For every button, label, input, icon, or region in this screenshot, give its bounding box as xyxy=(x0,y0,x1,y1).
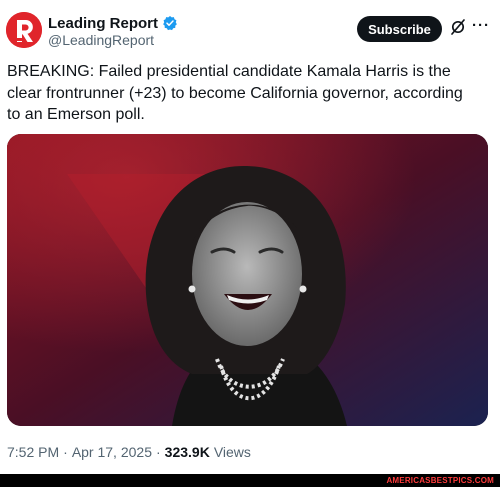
photo-illustration xyxy=(7,134,488,426)
watermark-bar: AMERICASBESTPICS.COM xyxy=(0,474,500,487)
meta-separator: · xyxy=(63,444,68,460)
tweet-photo[interactable] xyxy=(7,134,488,426)
more-options-icon[interactable]: ··· xyxy=(472,17,490,34)
author-name-row[interactable]: Leading Report xyxy=(48,13,178,33)
subscribe-button[interactable]: Subscribe xyxy=(357,16,442,42)
verified-badge-icon xyxy=(163,16,177,31)
tweet-meta: 7:52 PM · Apr 17, 2025 · 323.9K Views xyxy=(7,444,251,460)
views-label: Views xyxy=(213,444,251,460)
views-count: 323.9K xyxy=(164,444,210,460)
watermark-text: AMERICASBESTPICS.COM xyxy=(386,476,494,485)
tweet-text: BREAKING: Failed presidential candidate … xyxy=(7,63,463,123)
tweet-date[interactable]: Apr 17, 2025 xyxy=(72,444,152,460)
tweet-time[interactable]: 7:52 PM xyxy=(7,444,59,460)
meta-separator: · xyxy=(155,444,161,460)
display-name[interactable]: Leading Report xyxy=(48,15,158,32)
avatar[interactable] xyxy=(6,12,42,48)
leading-report-logo-icon xyxy=(6,12,42,48)
author-handle[interactable]: @LeadingReport xyxy=(48,32,154,48)
grok-icon[interactable] xyxy=(450,18,466,36)
